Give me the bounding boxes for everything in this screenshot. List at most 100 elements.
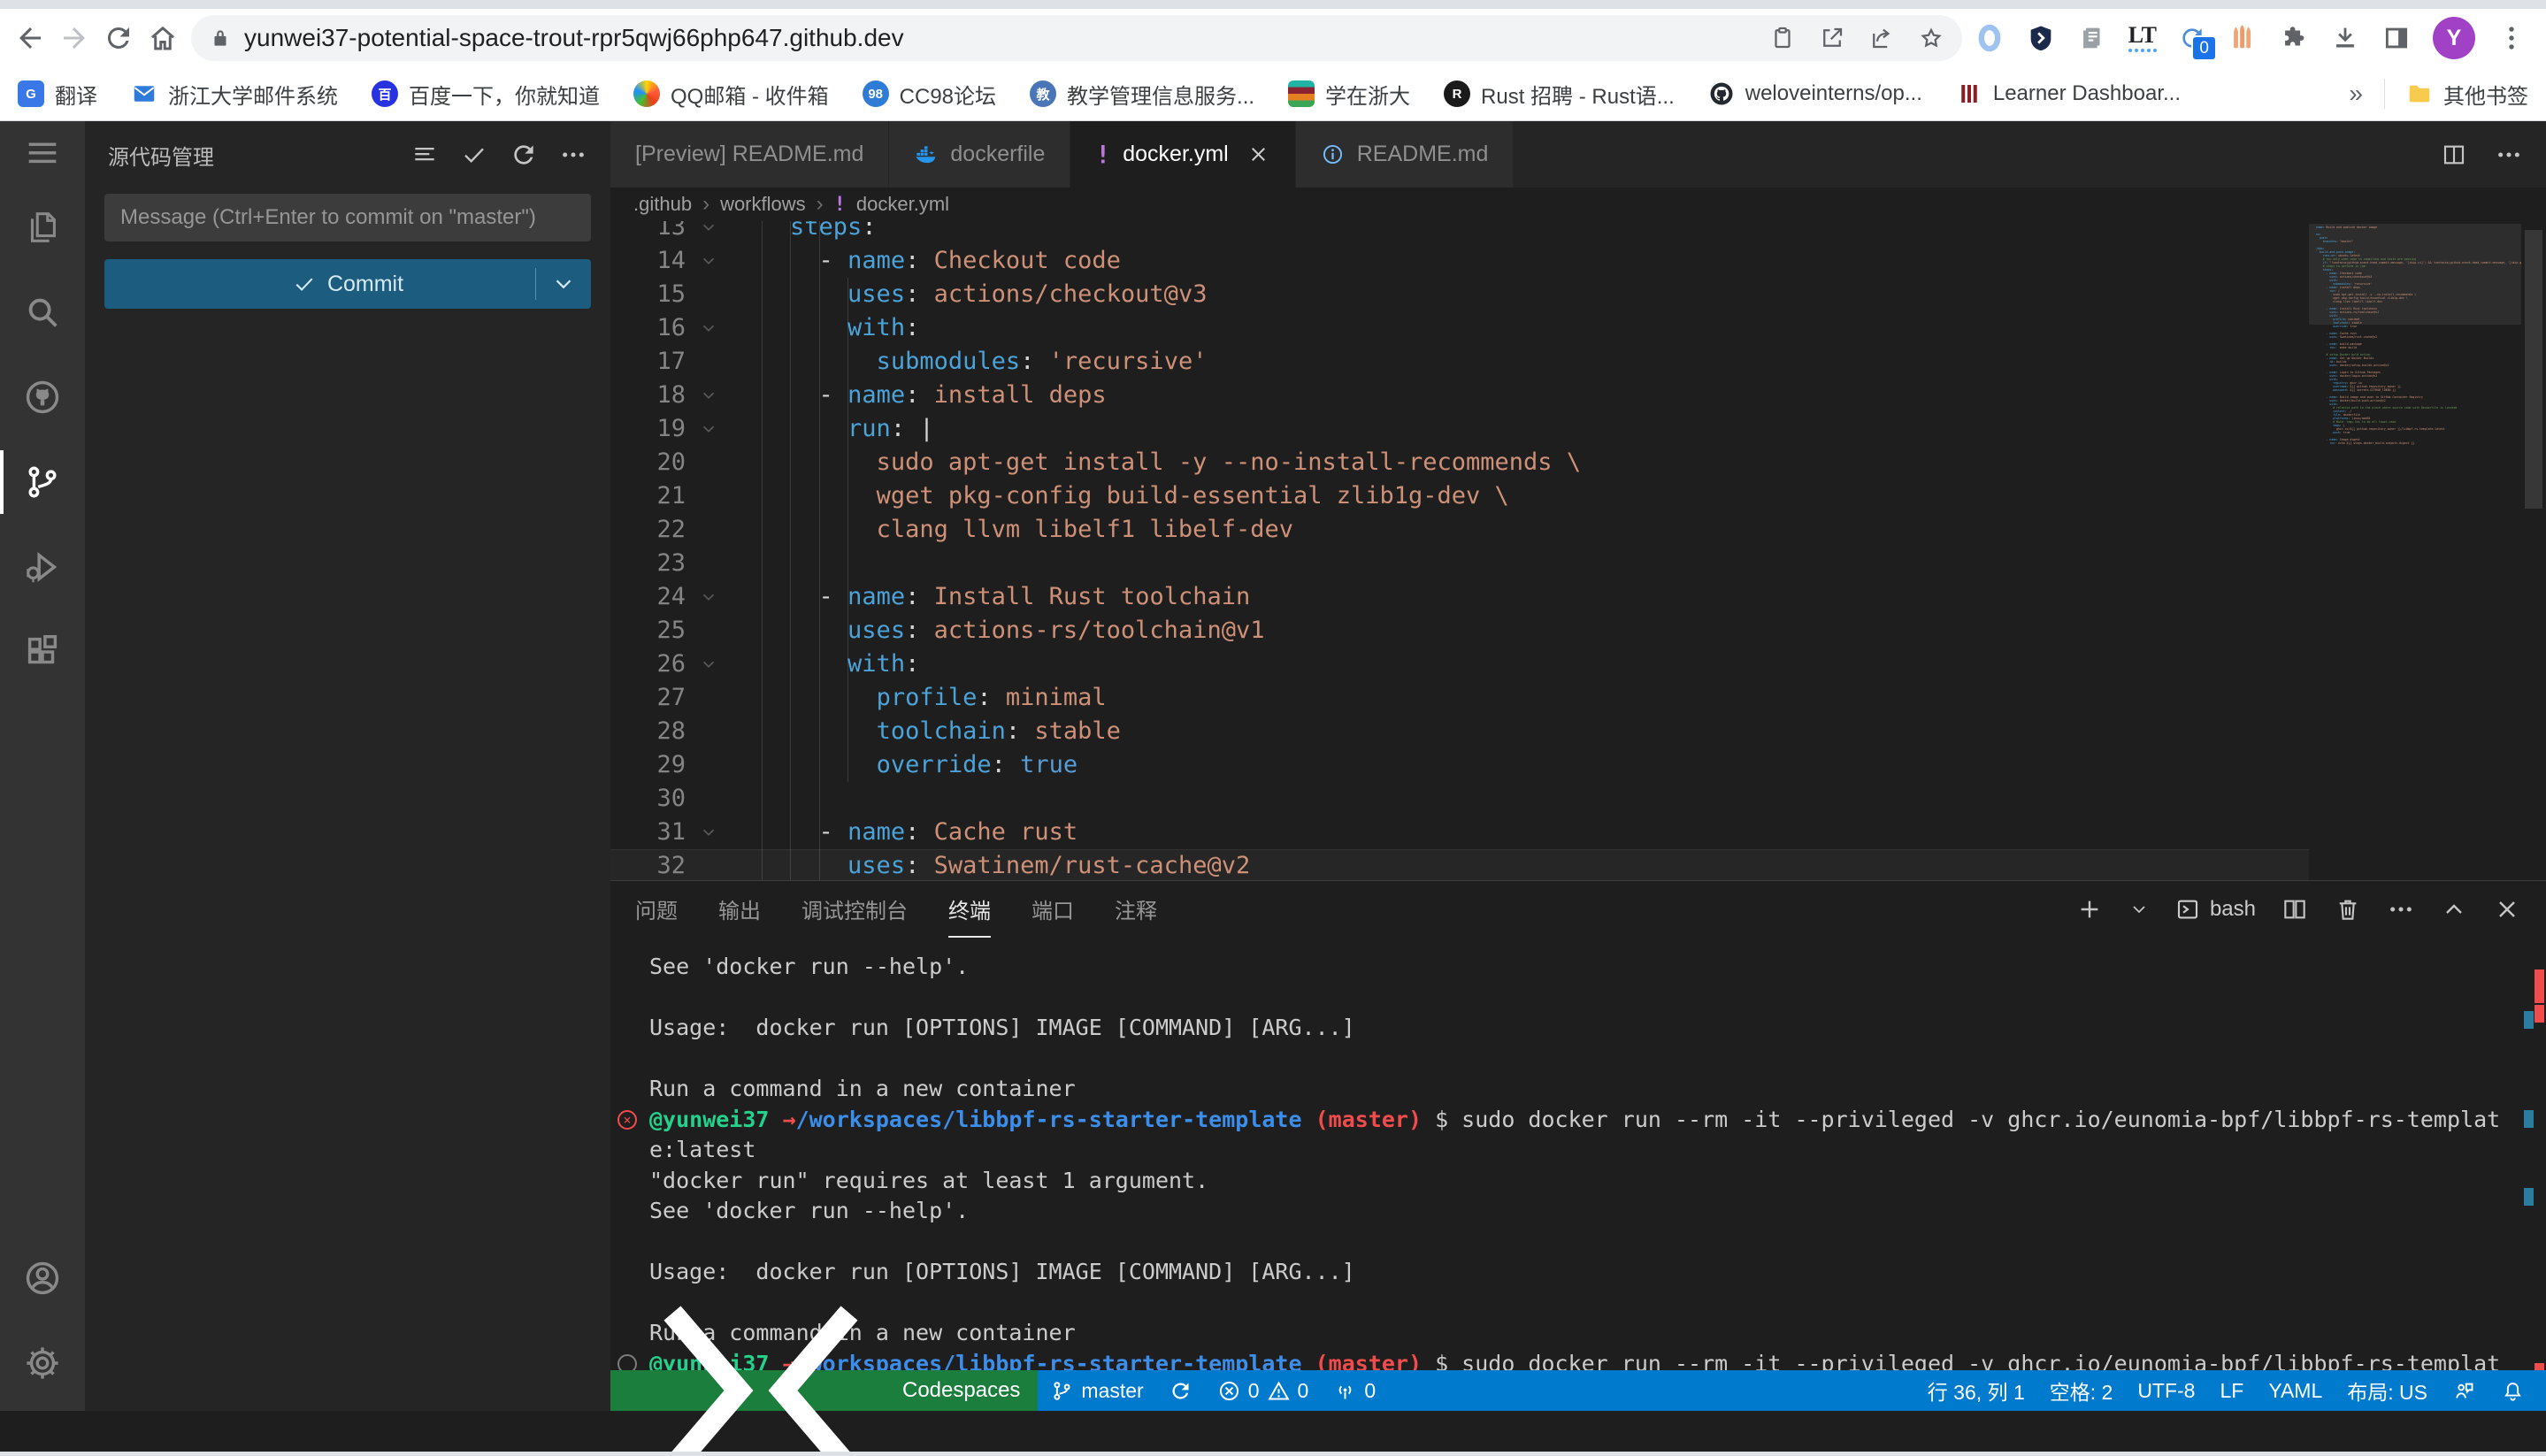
bookmark-item[interactable]: 百百度一下，你就知道: [372, 79, 600, 110]
fold-icon[interactable]: [695, 311, 722, 345]
extensions-puzzle-icon[interactable]: [2279, 23, 2309, 53]
status-branch[interactable]: master: [1038, 1370, 1155, 1411]
commit-button[interactable]: Commit: [104, 259, 591, 309]
status-eol[interactable]: LF: [2207, 1370, 2256, 1411]
fold-icon[interactable]: [695, 379, 722, 412]
activity-source-control[interactable]: [0, 440, 85, 525]
panel-tab-terminal[interactable]: 终端: [948, 881, 991, 938]
extension-sync-icon[interactable]: 0: [2178, 24, 2206, 52]
activity-account[interactable]: [0, 1236, 85, 1321]
tab-docker-yml[interactable]: !docker.yml: [1070, 121, 1295, 188]
new-terminal-icon[interactable]: [2075, 895, 2104, 923]
terminal-shell-item[interactable]: bash: [2174, 896, 2256, 923]
extension-crayons-icon[interactable]: [2228, 23, 2258, 53]
commit-dropdown-icon[interactable]: [550, 271, 577, 297]
refresh-icon[interactable]: [510, 141, 538, 169]
clipboard-icon[interactable]: [1769, 25, 1796, 51]
panel-tab-comments[interactable]: 注释: [1115, 881, 1157, 938]
bookmark-item[interactable]: 教教学管理信息服务...: [1030, 79, 1254, 110]
breadcrumb-file[interactable]: docker.yml: [856, 193, 949, 216]
scrollbar-thumb[interactable]: [2525, 230, 2542, 509]
fold-icon[interactable]: [695, 580, 722, 614]
share-icon[interactable]: [1868, 25, 1895, 51]
tab--preview-readme-md[interactable]: [Preview] README.md: [610, 121, 889, 188]
minimap[interactable]: name: Build and publish docker image on:…: [2309, 221, 2521, 880]
status-keyboard-layout[interactable]: 布局: US: [2335, 1370, 2440, 1411]
downloads-icon[interactable]: [2330, 23, 2360, 53]
status-cursor-position[interactable]: 行 36, 列 1: [1915, 1370, 2037, 1411]
side-panel-icon[interactable]: [2381, 23, 2412, 53]
bookmarks-overflow-icon[interactable]: »: [2349, 80, 2363, 108]
fold-icon[interactable]: [695, 221, 722, 244]
maximize-panel-icon[interactable]: [2440, 895, 2468, 923]
activity-extensions[interactable]: [0, 609, 85, 694]
back-icon[interactable]: [14, 22, 46, 54]
browser-menu-icon[interactable]: [2496, 23, 2527, 53]
bookmark-item[interactable]: 学在浙大: [1288, 79, 1410, 110]
activity-search[interactable]: [0, 270, 85, 355]
languagetool-icon[interactable]: LT: [2128, 24, 2157, 52]
bookmark-item[interactable]: QQ邮箱 - 收件箱: [633, 79, 829, 110]
code-editor[interactable]: 13 steps:14 - name: Checkout code15 uses…: [610, 221, 2546, 880]
breadcrumb-item[interactable]: workflows: [720, 193, 806, 216]
status-notifications[interactable]: [2488, 1370, 2537, 1411]
terminal-picker-chevron-icon[interactable]: [2128, 899, 2150, 920]
extension-oval-icon[interactable]: [1975, 23, 2005, 53]
forward-icon[interactable]: [58, 22, 90, 54]
close-panel-icon[interactable]: [2493, 895, 2521, 923]
fold-icon[interactable]: [695, 412, 722, 446]
activity-run-debug[interactable]: [0, 525, 85, 609]
status-problems[interactable]: 00: [1205, 1370, 1322, 1411]
menu-button[interactable]: [0, 121, 85, 185]
view-options-icon[interactable]: [410, 141, 439, 169]
status-indentation[interactable]: 空格: 2: [2037, 1370, 2126, 1411]
activity-github[interactable]: [0, 355, 85, 440]
extension-notes-icon[interactable]: [2077, 23, 2107, 53]
status-sync[interactable]: [1156, 1370, 1205, 1411]
fold-icon[interactable]: [695, 648, 722, 681]
editor-scrollbar[interactable]: [2521, 221, 2546, 880]
split-terminal-icon[interactable]: [2281, 895, 2309, 923]
reload-icon[interactable]: [103, 22, 134, 54]
commit-action-icon[interactable]: [460, 141, 488, 169]
fold-icon[interactable]: [695, 816, 722, 849]
bookmark-item[interactable]: RRust 招聘 - Rust语...: [1444, 79, 1675, 110]
bookmark-item[interactable]: G翻译: [18, 79, 97, 110]
kill-terminal-icon[interactable]: [2334, 895, 2362, 923]
terminal-line: Usage: docker run [OPTIONS] IMAGE [COMMA…: [649, 1013, 2546, 1044]
tab-readme-md[interactable]: README.md: [1296, 121, 1515, 188]
bookmark-item[interactable]: 98CC98论坛: [863, 79, 996, 110]
editor-more-icon[interactable]: [2495, 141, 2523, 169]
status-encoding[interactable]: UTF-8: [2125, 1370, 2207, 1411]
extension-shield-icon[interactable]: [2026, 23, 2056, 53]
profile-avatar[interactable]: Y: [2433, 17, 2475, 59]
bookmark-star-icon[interactable]: [1918, 25, 1944, 51]
breadcrumb-item[interactable]: .github: [633, 193, 692, 216]
remote-indicator[interactable]: Codespaces: [610, 1370, 1038, 1411]
commit-message-input[interactable]: Message (Ctrl+Enter to commit on "master…: [104, 194, 591, 241]
bookmark-item[interactable]: weloveinterns/op...: [1708, 80, 1922, 107]
tab-dockerfile[interactable]: dockerfile: [889, 121, 1070, 188]
code-line: 31 - name: Cache rust: [610, 816, 2309, 849]
bookmark-item[interactable]: 浙江大学邮件系统: [131, 79, 338, 110]
status-ports[interactable]: 0: [1321, 1370, 1388, 1411]
panel-tab-problems[interactable]: 问题: [635, 881, 678, 938]
panel-tab-debug-console[interactable]: 调试控制台: [801, 881, 908, 938]
panel-tab-output[interactable]: 输出: [718, 881, 761, 938]
terminal-output[interactable]: See 'docker run --help'.Usage: docker ru…: [610, 938, 2546, 1411]
fold-icon[interactable]: [695, 244, 722, 278]
activity-settings[interactable]: [0, 1321, 85, 1406]
more-actions-icon[interactable]: [559, 141, 587, 169]
address-bar[interactable]: yunwei37-potential-space-trout-rpr5qwj66…: [191, 15, 1962, 61]
status-feedback[interactable]: [2440, 1370, 2488, 1411]
activity-explorer[interactable]: [0, 185, 85, 270]
status-language-mode[interactable]: YAML: [2256, 1370, 2335, 1411]
panel-tab-ports[interactable]: 端口: [1031, 881, 1074, 938]
tab-close-icon[interactable]: [1246, 142, 1270, 166]
split-editor-icon[interactable]: [2440, 141, 2468, 169]
bookmark-item[interactable]: Learner Dashboar...: [1956, 80, 2181, 107]
open-in-window-icon[interactable]: [1819, 25, 1845, 51]
home-icon[interactable]: [147, 22, 179, 54]
other-bookmarks-button[interactable]: 其他书签: [2406, 79, 2528, 110]
panel-more-icon[interactable]: [2387, 895, 2415, 923]
